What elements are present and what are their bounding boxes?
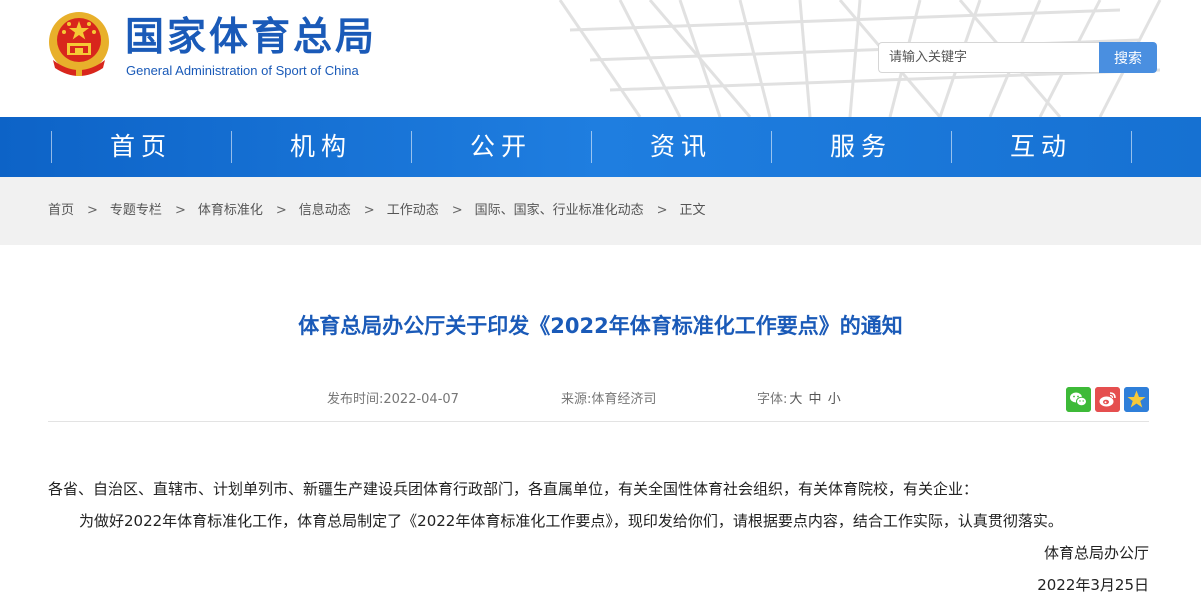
nav-item-interaction[interactable]: 互动 [951, 117, 1131, 177]
source-value: 体育经济司 [591, 392, 657, 407]
breadcrumb-sports-standardization[interactable]: 体育标准化 [198, 203, 263, 218]
breadcrumb-special-topics[interactable]: 专题专栏 [110, 203, 162, 218]
breadcrumb-separator: > [656, 203, 668, 218]
breadcrumb: 首页 > 专题专栏 > 体育标准化 > 信息动态 > 工作动态 > 国际、国家、行业标准化动态 > 正文 [48, 203, 706, 219]
nav-item-public[interactable]: 公开 [411, 117, 591, 177]
article-signer: 体育总局办公厅 [1043, 544, 1149, 562]
article-recipients: 各省、自治区、直辖市、计划单列市、新疆生产建设兵团体育行政部门，各直属单位，有关… [48, 480, 979, 498]
favorite-star-icon[interactable] [1124, 387, 1149, 412]
article-body: 为做好2022年体育标准化工作，体育总局制定了《2022年体育标准化工作要点》，… [79, 512, 1063, 530]
nav-item-news[interactable]: 资讯 [591, 117, 771, 177]
site-title-english: General Administration of Sport of China [126, 63, 359, 78]
article-source: 来源:体育经济司 [561, 391, 656, 409]
font-size-label: 字体: [757, 392, 788, 407]
breadcrumb-current: 正文 [679, 203, 706, 218]
site-title: 国家体育总局 [125, 15, 378, 60]
font-size-large-button[interactable]: 大 [789, 392, 802, 407]
article-sign-date: 2022年3月25日 [1037, 576, 1149, 594]
meta-divider [48, 421, 1149, 422]
breadcrumb-home[interactable]: 首页 [48, 203, 74, 218]
publish-date: 发布时间:2022-04-07 [327, 391, 459, 409]
breadcrumb-separator: > [363, 203, 375, 218]
font-size-medium-button[interactable]: 中 [809, 392, 822, 407]
nav-item-home[interactable]: 首页 [51, 117, 231, 177]
breadcrumb-separator: > [451, 203, 463, 218]
site-header: 国家体育总局 General Administration of Sport o… [0, 0, 1201, 117]
search-input[interactable] [878, 42, 1099, 73]
source-label: 来源: [561, 392, 592, 407]
publish-date-label: 发布时间: [327, 392, 384, 407]
breadcrumb-standardization-news[interactable]: 国际、国家、行业标准化动态 [475, 203, 644, 218]
font-size-small-button[interactable]: 小 [828, 392, 841, 407]
font-size-controls: 字体: 大 中 小 [757, 391, 841, 409]
nav-item-services[interactable]: 服务 [771, 117, 951, 177]
national-emblem-logo [49, 12, 109, 76]
weibo-icon[interactable] [1095, 387, 1120, 412]
wechat-icon[interactable] [1066, 387, 1091, 412]
breadcrumb-bar: 首页 > 专题专栏 > 体育标准化 > 信息动态 > 工作动态 > 国际、国家、行业标准化动态 > 正文 [0, 177, 1201, 245]
breadcrumb-separator: > [87, 203, 98, 218]
nav-separator [1131, 131, 1132, 163]
nav-item-organization[interactable]: 机构 [231, 117, 411, 177]
breadcrumb-separator: > [174, 203, 186, 218]
breadcrumb-work-news[interactable]: 工作动态 [387, 203, 439, 218]
main-nav: 首页 机构 公开 资讯 服务 互动 [0, 117, 1201, 177]
breadcrumb-info-news[interactable]: 信息动态 [299, 203, 351, 218]
breadcrumb-separator: > [275, 203, 287, 218]
publish-date-value: 2022-04-07 [383, 392, 459, 407]
article-title: 体育总局办公厅关于印发《2022年体育标准化工作要点》的通知 [298, 314, 903, 338]
search-button[interactable]: 搜索 [1099, 42, 1157, 73]
